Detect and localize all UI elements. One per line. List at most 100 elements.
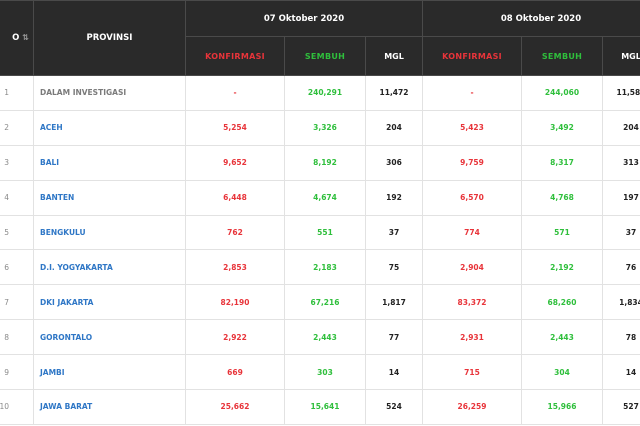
table-row: 2 ACEH 5,254 3,326 204 5,423 3,492 204 xyxy=(0,109,640,146)
row-number: 2 xyxy=(0,109,34,146)
deaths-d2: 1,834 xyxy=(602,284,640,321)
province-name[interactable]: BENGKULU xyxy=(33,214,186,251)
deaths-d1: 204 xyxy=(365,109,423,146)
table-row: 6 D.I. YOGYAKARTA 2,853 2,183 75 2,904 2… xyxy=(0,249,640,286)
confirmed-d1: 5,254 xyxy=(185,109,285,146)
recovered-d1: 551 xyxy=(284,214,366,251)
recovered-d2: 3,492 xyxy=(521,109,603,146)
recovered-d1: 3,326 xyxy=(284,109,366,146)
deaths-d2: 313 xyxy=(602,144,640,181)
deaths-d1: 1,817 xyxy=(365,284,423,321)
deaths-d1: 14 xyxy=(365,354,423,391)
table-row: 1 DALAM INVESTIGASI - 240,291 11,472 - 2… xyxy=(0,75,640,111)
province-name[interactable]: ACEH xyxy=(33,109,186,146)
row-number: 8 xyxy=(0,319,34,356)
covid-province-table: O ⇅ PROVINSI 07 Oktober 2020 08 Oktober 2… xyxy=(0,0,640,425)
confirmed-d2: 774 xyxy=(422,214,522,251)
deaths-d1: 11,472 xyxy=(365,75,423,111)
confirmed-d1: 669 xyxy=(185,354,285,391)
header-confirmed-1[interactable]: KONFIRMASI xyxy=(185,36,285,76)
province-name[interactable]: BANTEN xyxy=(33,179,186,216)
covid-province-table-container: O ⇅ PROVINSI 07 Oktober 2020 08 Oktober 2… xyxy=(0,0,640,426)
confirmed-d1: 9,652 xyxy=(185,144,285,181)
province-name[interactable]: D.I. YOGYAKARTA xyxy=(33,249,186,286)
row-number: 1 xyxy=(0,75,34,111)
deaths-d2: 527 xyxy=(602,389,640,425)
row-number: 4 xyxy=(0,179,34,216)
row-number: 5 xyxy=(0,214,34,251)
recovered-d1: 303 xyxy=(284,354,366,391)
province-name[interactable]: DALAM INVESTIGASI xyxy=(33,75,186,111)
header-recovered-2[interactable]: SEMBUH xyxy=(521,36,603,76)
confirmed-d1: 762 xyxy=(185,214,285,251)
province-name[interactable]: JAMBI xyxy=(33,354,186,391)
deaths-d2: 76 xyxy=(602,249,640,286)
confirmed-d2: 2,904 xyxy=(422,249,522,286)
confirmed-d1: 6,448 xyxy=(185,179,285,216)
header-recovered-1[interactable]: SEMBUH xyxy=(284,36,366,76)
confirmed-d1: 2,853 xyxy=(185,249,285,286)
confirmed-d2: 715 xyxy=(422,354,522,391)
header-deaths-2[interactable]: MGL xyxy=(602,36,640,76)
header-date-1: 07 Oktober 2020 xyxy=(185,0,423,37)
recovered-d1: 2,443 xyxy=(284,319,366,356)
table-body: 1 DALAM INVESTIGASI - 240,291 11,472 - 2… xyxy=(0,75,640,425)
row-number: 7 xyxy=(0,284,34,321)
deaths-d2: 11,580 xyxy=(602,75,640,111)
table-row: 4 BANTEN 6,448 4,674 192 6,570 4,768 197 xyxy=(0,179,640,216)
recovered-d1: 2,183 xyxy=(284,249,366,286)
recovered-d1: 240,291 xyxy=(284,75,366,111)
row-number: 9 xyxy=(0,354,34,391)
confirmed-d2: - xyxy=(422,75,522,111)
deaths-d1: 77 xyxy=(365,319,423,356)
recovered-d1: 8,192 xyxy=(284,144,366,181)
recovered-d2: 68,260 xyxy=(521,284,603,321)
table-row: 7 DKI JAKARTA 82,190 67,216 1,817 83,372… xyxy=(0,284,640,321)
confirmed-d2: 6,570 xyxy=(422,179,522,216)
recovered-d2: 244,060 xyxy=(521,75,603,111)
recovered-d2: 2,192 xyxy=(521,249,603,286)
recovered-d2: 571 xyxy=(521,214,603,251)
confirmed-d2: 83,372 xyxy=(422,284,522,321)
confirmed-d1: 25,662 xyxy=(185,389,285,425)
recovered-d2: 4,768 xyxy=(521,179,603,216)
province-name[interactable]: GORONTALO xyxy=(33,319,186,356)
recovered-d2: 15,966 xyxy=(521,389,603,425)
province-name[interactable]: DKI JAKARTA xyxy=(33,284,186,321)
recovered-d1: 15,641 xyxy=(284,389,366,425)
recovered-d2: 304 xyxy=(521,354,603,391)
header-no[interactable]: O ⇅ xyxy=(0,0,34,76)
table-row: 8 GORONTALO 2,922 2,443 77 2,931 2,443 7… xyxy=(0,319,640,356)
deaths-d1: 75 xyxy=(365,249,423,286)
deaths-d2: 78 xyxy=(602,319,640,356)
deaths-d1: 192 xyxy=(365,179,423,216)
deaths-d2: 197 xyxy=(602,179,640,216)
confirmed-d2: 5,423 xyxy=(422,109,522,146)
header-deaths-1[interactable]: MGL xyxy=(365,36,423,76)
row-number: 3 xyxy=(0,144,34,181)
recovered-d2: 2,443 xyxy=(521,319,603,356)
table-row: 10 JAWA BARAT 25,662 15,641 524 26,259 1… xyxy=(0,389,640,425)
deaths-d1: 306 xyxy=(365,144,423,181)
province-name[interactable]: BALI xyxy=(33,144,186,181)
confirmed-d1: 2,922 xyxy=(185,319,285,356)
header-confirmed-2[interactable]: KONFIRMASI xyxy=(422,36,522,76)
row-number: 10 xyxy=(0,389,34,425)
table-row: 3 BALI 9,652 8,192 306 9,759 8,317 313 xyxy=(0,144,640,181)
confirmed-d2: 2,931 xyxy=(422,319,522,356)
recovered-d1: 4,674 xyxy=(284,179,366,216)
table-row: 9 JAMBI 669 303 14 715 304 14 xyxy=(0,354,640,391)
deaths-d2: 14 xyxy=(602,354,640,391)
recovered-d1: 67,216 xyxy=(284,284,366,321)
deaths-d1: 37 xyxy=(365,214,423,251)
confirmed-d2: 26,259 xyxy=(422,389,522,425)
recovered-d2: 8,317 xyxy=(521,144,603,181)
deaths-d1: 524 xyxy=(365,389,423,425)
table-row: 5 BENGKULU 762 551 37 774 571 37 xyxy=(0,214,640,251)
header-province[interactable]: PROVINSI xyxy=(33,0,186,76)
table-header: O ⇅ PROVINSI 07 Oktober 2020 08 Oktober 2… xyxy=(0,0,640,76)
sort-icon[interactable]: ⇅ xyxy=(22,33,29,42)
confirmed-d1: 82,190 xyxy=(185,284,285,321)
deaths-d2: 37 xyxy=(602,214,640,251)
province-name[interactable]: JAWA BARAT xyxy=(33,389,186,425)
